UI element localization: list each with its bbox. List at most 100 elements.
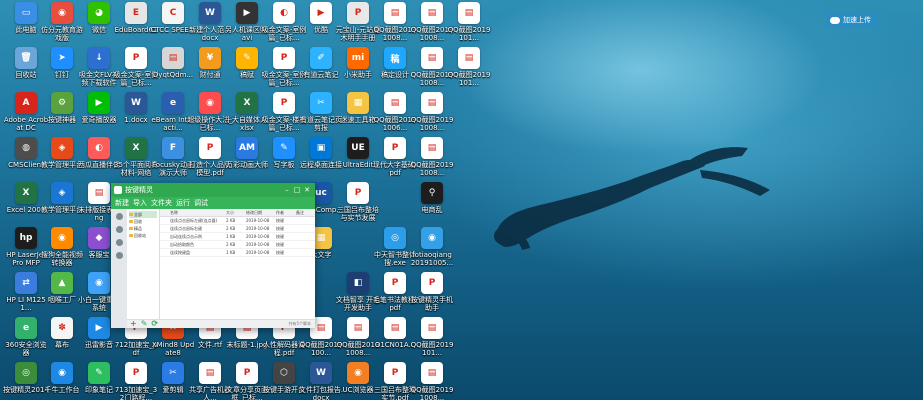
column-header[interactable]: 大小 [224, 209, 244, 216]
tree-node[interactable]: 回收 [129, 218, 157, 225]
desktop-icon[interactable]: ▤ QQ截图20191008... [410, 92, 454, 138]
toolbar-button[interactable]: 新建 [115, 197, 129, 209]
cloud-upload-button[interactable]: 加速上传 [826, 13, 877, 27]
column-header[interactable] [160, 209, 168, 216]
word-icon: W [199, 2, 221, 24]
desktop-icon[interactable]: ⚲ 电商乱 [410, 182, 454, 228]
pdf-icon: P [421, 272, 443, 294]
table-cell [160, 249, 168, 256]
window-sidebar [111, 209, 127, 328]
folder-icon [129, 227, 133, 230]
app-icon: ◉ [51, 362, 73, 384]
browser-icon: e [15, 317, 37, 339]
pdf-icon: P [273, 47, 295, 69]
tree-node[interactable]: 回收站 [129, 232, 157, 239]
app-icon: UE [347, 137, 369, 159]
window-toolbar: 新建 导入 文件夹 运行 调试 [111, 197, 315, 209]
desktop-icon[interactable]: ▤ QQ截图2019101... [447, 47, 491, 93]
table-cell: 2019-10-08 [246, 226, 270, 231]
close-icon[interactable]: ✕ [302, 186, 312, 194]
minimize-icon[interactable]: – [282, 186, 292, 194]
edit-script-button[interactable]: ✎ [141, 320, 148, 328]
table-cell: 2019-10-08 [246, 242, 270, 247]
column-header[interactable]: 备注 [294, 209, 314, 216]
table-cell: 按键 [276, 218, 284, 223]
app-icon: ◉ [51, 2, 73, 24]
tree-node-label: 精品 [134, 226, 142, 231]
folder-icon [129, 220, 133, 223]
desktop-icon[interactable]: P 三国吕布整培与实节发展 [336, 182, 380, 228]
evernote-icon: ✎ [88, 362, 110, 384]
table-cell: 2 KB [226, 218, 236, 223]
wechat-icon: ◕ [88, 2, 110, 24]
toolbar-button[interactable]: 运行 [176, 197, 190, 209]
pdf-icon: P [199, 137, 221, 159]
window-statusbar: + ✎ ⟳ 共有5个脚本 [127, 319, 315, 328]
file-icon: ▤ [199, 362, 221, 384]
desktop-icon[interactable]: ▤ QQ截图20191008... [410, 362, 454, 400]
toolbar-button[interactable]: 调试 [194, 197, 208, 209]
window-titlebar[interactable]: 按键精灵 – □ ✕ [111, 183, 315, 197]
excel-icon: X [236, 92, 258, 114]
sidebar-cloud-icon[interactable] [115, 226, 123, 233]
app-icon: ⚲ [421, 182, 443, 204]
column-header[interactable]: 名称 [168, 209, 224, 216]
desktop-icon[interactable]: ▤ QQ截图2019101... [410, 317, 454, 363]
desktop-icon-label: QQ截图20191008... [410, 116, 454, 132]
refresh-button[interactable]: ⟳ [151, 320, 158, 328]
tree-node[interactable]: 全部 [129, 211, 157, 218]
table-cell [160, 233, 168, 240]
recycle-bin-icon: 🗑 [15, 47, 37, 69]
app-icon: ⬡ [273, 362, 295, 384]
table-cell: 2019-10-08 [246, 218, 270, 223]
camera-icon: ◍ [15, 137, 37, 159]
computer-icon: ▭ [15, 2, 37, 24]
app-icon: ▲ [51, 272, 73, 294]
table-row[interactable]: 连续点击鼠标右键 2 KB 2019-10-08 按键 [160, 225, 315, 233]
sidebar-tools-icon[interactable] [115, 239, 123, 246]
desktop-icon[interactable]: ▤ QQ截图2019101... [447, 2, 491, 48]
sidebar-settings-icon[interactable] [115, 252, 123, 259]
image-icon: ▤ [88, 182, 110, 204]
table-cell: 自动连续点击示例 [170, 234, 202, 239]
player-icon: ▶ [88, 92, 110, 114]
column-header[interactable]: 作者 [274, 209, 294, 216]
tree-node[interactable]: 精品 [129, 225, 157, 232]
add-script-button[interactable]: + [130, 320, 137, 328]
table-cell: 连续点击鼠标左键(连点器) [170, 218, 218, 223]
app-window[interactable]: 按键精灵 – □ ✕ 新建 导入 文件夹 运行 调试 全部 回收 精品 回收站 名称 大小 修改日… [111, 183, 315, 328]
table-cell: 按键 [276, 242, 284, 247]
table-row[interactable]: 自动连续点击示例 1 KB 2019-10-08 按键 [160, 233, 315, 241]
desktop-icon[interactable]: ▤ QQ截图20191008... [410, 137, 454, 183]
desktop-icon[interactable]: ◉ fotiaoqiang 20191005... [410, 227, 454, 273]
app-icon: ◉ [51, 227, 73, 249]
table-cell: 按键 [276, 250, 284, 255]
app-icon: ◉ [88, 272, 110, 294]
table-row[interactable]: 自动拾取颜色 2 KB 2019-10-08 按键 [160, 241, 315, 249]
column-header[interactable]: 修改日期 [244, 209, 274, 216]
image-icon: ▤ [421, 317, 443, 339]
image-icon: ▤ [458, 47, 480, 69]
image-icon: ▤ [384, 2, 406, 24]
toolbar-button[interactable]: 导入 [133, 197, 147, 209]
table-row[interactable]: 连续点击鼠标左键(连点器) 2 KB 2019-10-08 按键 [160, 217, 315, 225]
app-icon: ◈ [51, 137, 73, 159]
image-icon: ▤ [421, 137, 443, 159]
desktop-icon[interactable]: P 按键精灵手机助手 [410, 272, 454, 318]
file-icon: E [125, 2, 147, 24]
table-cell: 按键 [276, 226, 284, 231]
table-row[interactable]: 连续按键盘 1 KB 2019-10-08 按键 [160, 249, 315, 257]
folder-icon [129, 213, 133, 216]
table-cell: 2019-10-08 [246, 250, 270, 255]
player-icon: ▶ [88, 317, 110, 339]
table-cell: 2019-10-08 [246, 234, 270, 239]
sidebar-script-icon[interactable] [115, 213, 123, 220]
tree-node-label: 全部 [134, 212, 142, 217]
pdf-icon: P [125, 362, 147, 384]
word-icon: W [310, 362, 332, 384]
browser-icon: ◉ [347, 362, 369, 384]
toolbar-button[interactable]: 文件夹 [151, 197, 172, 209]
maximize-icon[interactable]: □ [292, 186, 302, 194]
desktop-icon-label: 电商乱 [421, 206, 443, 214]
image-icon: ▤ [384, 317, 406, 339]
